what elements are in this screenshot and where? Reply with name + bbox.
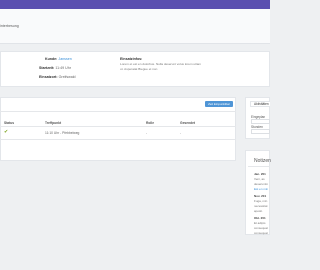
- start-time-value: 11:49 Uhr: [55, 66, 71, 70]
- mission-notes-label: Einsatzinfos:: [120, 57, 143, 61]
- location-label: Einsatzort:: [39, 75, 58, 79]
- note-line: Et adipis: [254, 221, 266, 225]
- planned-input[interactable]: [251, 119, 270, 124]
- table-row-divider: [0, 139, 236, 140]
- row-point: 11:10 Uhr - Pfebbelweg: [45, 131, 80, 135]
- note-line: Fuga, min: [254, 199, 268, 203]
- row-role: -: [146, 131, 148, 135]
- table-divider: [0, 111, 236, 112]
- top-navigation-bar: [0, 0, 270, 9]
- note-line: Veni, as: [254, 177, 265, 181]
- note-date: Okt. 201: [254, 216, 266, 220]
- column-header-point[interactable]: Treffpunkt: [45, 121, 61, 125]
- note-date: Jan. 201: [254, 172, 266, 176]
- note-line: necessitat: [254, 204, 268, 208]
- location-row: Einsatzort: Greifswald: [39, 75, 76, 80]
- mission-notes-text: Lorem et est en dolorbus. Nulla deserunt…: [120, 62, 201, 71]
- note-date: Nov. 201: [254, 194, 267, 198]
- column-header-sent[interactable]: Gesendet: [180, 121, 195, 125]
- start-time-label: Startzeit:: [39, 66, 55, 70]
- column-header-status[interactable]: Status: [4, 121, 14, 125]
- customer-link[interactable]: Janssen: [58, 57, 71, 61]
- check-icon: ✔: [4, 129, 9, 135]
- schedule-table-card: [0, 97, 236, 161]
- note-line: consequat: [254, 231, 268, 235]
- table-header-divider: [0, 126, 236, 127]
- start-time-row: Startzeit: 11:49 Uhr: [39, 66, 71, 71]
- add-time-button[interactable]: Zeit Einpunktbar: [205, 101, 233, 107]
- tab-activities[interactable]: Aktivitäten: [250, 101, 270, 107]
- note-line: deseruntm: [254, 182, 269, 186]
- breadcrumb[interactable]: interbesung: [0, 24, 19, 28]
- column-header-role[interactable]: Rolle: [146, 121, 154, 125]
- notes-divider: [248, 166, 270, 167]
- note-line: consequat: [254, 226, 268, 230]
- location-value: Greifswald: [58, 75, 76, 79]
- hours-input[interactable]: [251, 129, 270, 134]
- page-header: [0, 9, 270, 44]
- note-line: aposit.: [254, 209, 263, 213]
- notes-title: Notizen: [254, 158, 271, 164]
- row-sent: -: [180, 131, 182, 135]
- customer-label: Kunde:: [45, 57, 58, 61]
- customer-row: Kunde: Janssen: [45, 57, 72, 62]
- note-line[interactable]: Est en min: [254, 187, 268, 191]
